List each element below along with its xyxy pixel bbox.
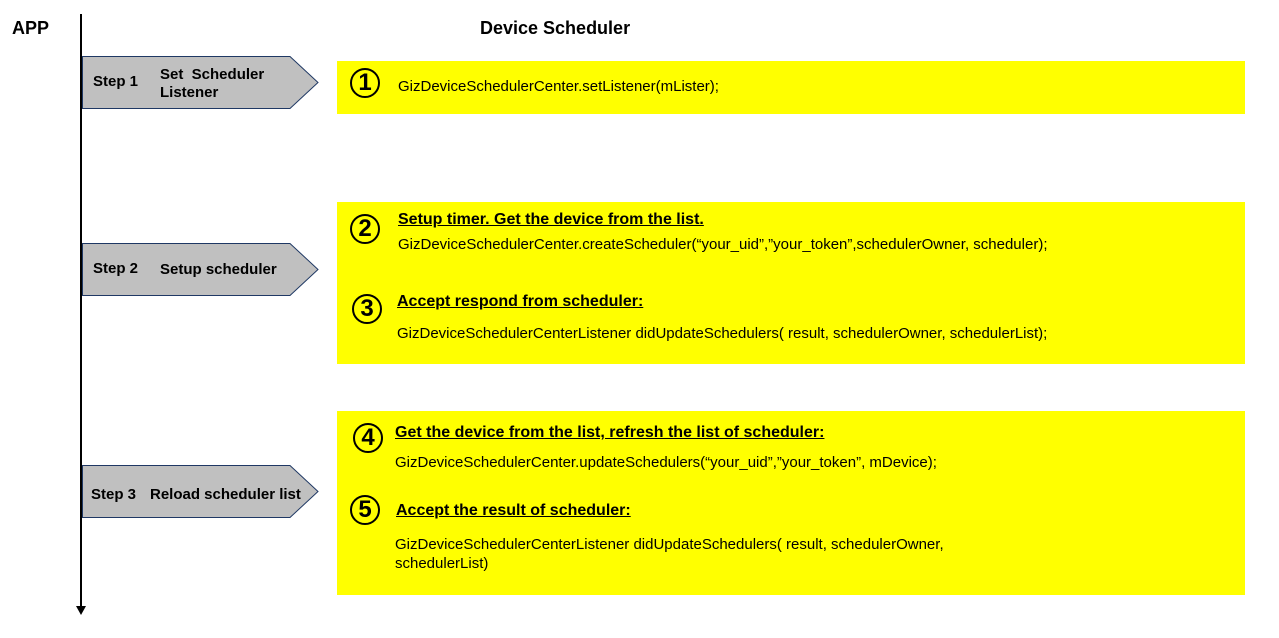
action-4-badge: 4 xyxy=(353,423,383,453)
step-1-arrow: Step 1 Set Scheduler Listener xyxy=(82,56,319,109)
action-5-heading: Accept the result of scheduler: xyxy=(396,502,631,519)
action-2-code: GizDeviceSchedulerCenter.createScheduler… xyxy=(398,236,1048,253)
step-3-arrow: Step 3 Reload scheduler list xyxy=(82,465,319,518)
action-2-heading: Setup timer. Get the device from the lis… xyxy=(398,211,704,228)
action-1-code: GizDeviceSchedulerCenter.setListener(mLi… xyxy=(398,78,719,95)
step-2-label: Setup scheduler xyxy=(160,261,277,278)
step-3-number: Step 3 xyxy=(91,486,137,503)
action-5-code-line-2: schedulerList) xyxy=(395,555,489,572)
action-3-badge: 3 xyxy=(352,294,382,324)
action-5-badge: 5 xyxy=(350,495,380,525)
action-3-heading: Accept respond from scheduler: xyxy=(397,293,644,310)
action-3-code: GizDeviceSchedulerCenterListener didUpda… xyxy=(397,325,1048,342)
action-4-heading: Get the device from the list, refresh th… xyxy=(395,424,825,441)
timeline-arrow-down-icon xyxy=(76,606,86,615)
step-3-label: Reload scheduler list xyxy=(150,486,301,503)
action-1-badge: 1 xyxy=(350,68,380,98)
step-2-number: Step 2 xyxy=(93,260,139,277)
action-2-badge: 2 xyxy=(350,214,380,244)
step-1-number: Step 1 xyxy=(93,73,139,90)
action-4-code: GizDeviceSchedulerCenter.updateScheduler… xyxy=(395,454,937,471)
step-2-arrow: Step 2 Setup scheduler xyxy=(82,243,319,296)
step-1-label: Set Scheduler Listener xyxy=(160,66,265,101)
app-lane-label: APP xyxy=(12,18,50,38)
action-5-code-line-1: GizDeviceSchedulerCenterListener didUpda… xyxy=(395,536,944,553)
page-title: Device Scheduler xyxy=(480,18,631,38)
